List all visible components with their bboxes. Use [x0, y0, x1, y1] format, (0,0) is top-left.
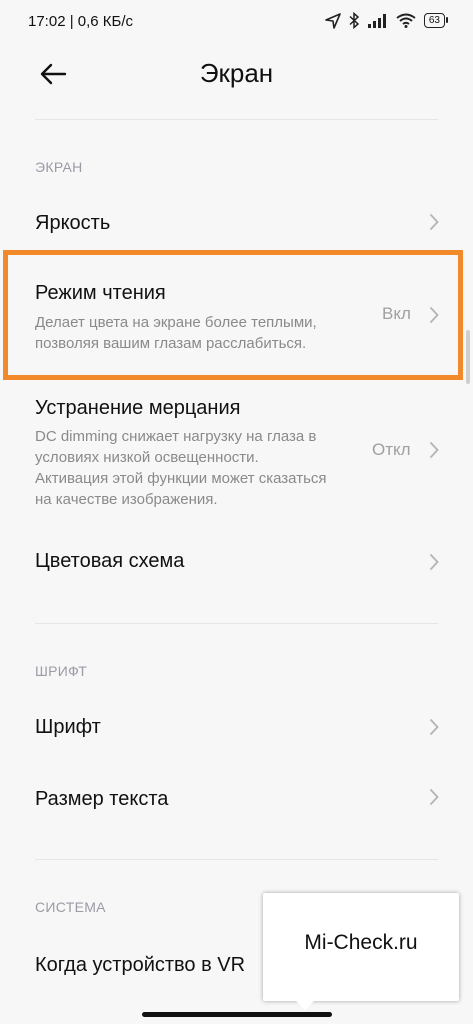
chevron-right-icon — [429, 553, 439, 571]
section-label-font: ШРИФТ — [35, 663, 88, 679]
divider — [35, 623, 438, 624]
status-bar: 17:02 | 0,6 КБ/с 63 — [0, 0, 473, 44]
divider — [35, 859, 438, 860]
setting-font[interactable]: Шрифт — [0, 700, 473, 758]
status-time-speed: 17:02 | 0,6 КБ/с — [28, 13, 134, 30]
section-label-system: СИСТЕМА — [35, 899, 106, 915]
home-indicator[interactable] — [142, 1012, 332, 1017]
divider — [35, 119, 438, 120]
chevron-right-icon — [429, 213, 439, 231]
battery-icon: 63 — [423, 13, 449, 28]
wifi-icon — [396, 13, 416, 28]
scrollbar[interactable] — [466, 330, 470, 384]
bluetooth-icon — [349, 12, 359, 29]
chevron-right-icon — [429, 788, 439, 806]
chevron-right-icon — [429, 441, 439, 459]
watermark-pointer — [291, 995, 319, 1011]
setting-brightness[interactable]: Яркость — [0, 195, 473, 253]
row-title: Устранение мерцания — [35, 397, 241, 419]
location-icon — [325, 12, 341, 29]
watermark: Mi-Check.ru — [263, 893, 459, 1001]
row-title: Яркость — [35, 212, 111, 234]
signal-icon — [367, 13, 386, 28]
row-title: Размер текста — [35, 788, 169, 810]
setting-flicker-reduction[interactable]: Устранение мерцания DC dimming снижает н… — [0, 385, 473, 515]
row-title: Шрифт — [35, 716, 101, 738]
status-icons: 63 — [325, 12, 449, 29]
section-label-screen: ЭКРАН — [35, 159, 83, 175]
highlight-frame — [3, 250, 463, 380]
row-description: DC dimming снижает нагрузку на глаза в у… — [35, 428, 327, 508]
watermark-text: Mi-Check.ru — [304, 931, 418, 954]
chevron-right-icon — [429, 718, 439, 736]
setting-color-scheme[interactable]: Цветовая схема — [0, 535, 473, 593]
row-title: Цветовая схема — [35, 550, 185, 572]
setting-text-size[interactable]: Размер текста — [0, 770, 473, 828]
row-title: Когда устройство в VR — [35, 954, 246, 976]
page-title: Экран — [199, 58, 274, 88]
row-value: Откл — [372, 440, 411, 459]
